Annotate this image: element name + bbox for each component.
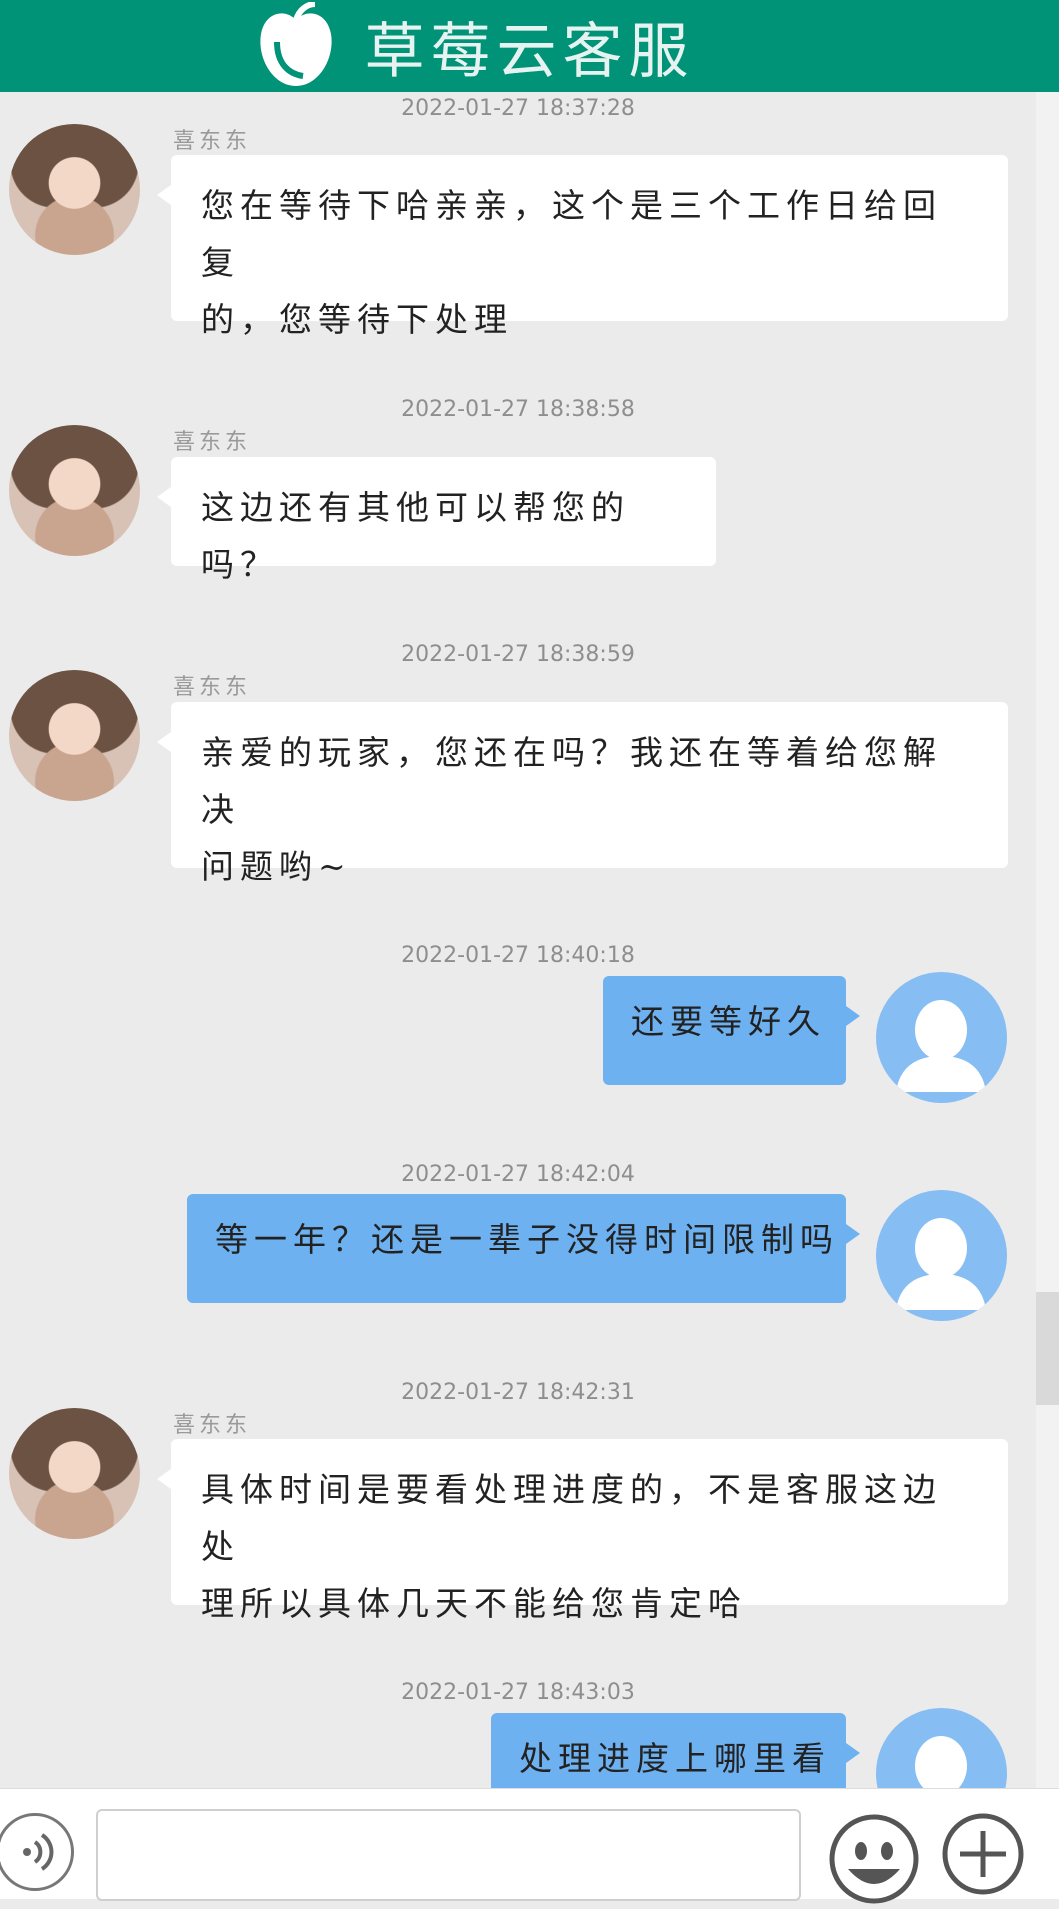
header-title: 草莓云客服 (364, 16, 695, 87)
agent-avatar (9, 670, 140, 801)
sender-name: 喜东东 (173, 1413, 252, 1438)
user-silhouette-icon (896, 1000, 986, 1092)
agent-message-bubble: 您在等待下哈亲亲，这个是三个工作日给回复 的，您等待下处理 (157, 155, 1008, 339)
user-message-bubble: 等一年？还是一辈子没得时间限制吗 (187, 1194, 860, 1303)
plus-icon (942, 1813, 1024, 1895)
user-avatar (876, 972, 1007, 1103)
voice-button[interactable] (0, 1813, 74, 1891)
message-timestamp: 2022-01-27 18:42:31 (401, 1380, 635, 1405)
sender-name: 喜东东 (173, 675, 252, 700)
agent-message-bubble: 这边还有其他可以帮您的吗？ (157, 457, 716, 584)
apple-logo-icon (259, 2, 332, 86)
user-avatar (876, 1190, 1007, 1321)
scrollbar-thumb[interactable] (1036, 1292, 1059, 1405)
message-line: 理所以具体几天不能给您肯定哈 (201, 1584, 747, 1623)
agent-message-bubble: 亲爱的玩家，您还在吗？我还在等着给您解决 问题哟~ (157, 702, 1008, 886)
user-message-bubble: 还要等好久 (603, 976, 860, 1085)
message-timestamp: 2022-01-27 18:37:28 (401, 96, 635, 121)
message-line: 具体时间是要看处理进度的，不是客服这边处 (201, 1470, 942, 1566)
message-line: 这边还有其他可以帮您的吗？ (201, 488, 630, 584)
scrollbar[interactable] (1036, 92, 1059, 1788)
message-line: 您在等待下哈亲亲，这个是三个工作日给回复 (201, 186, 942, 282)
message-line: 问题哟~ (201, 847, 352, 886)
voice-icon (23, 1833, 54, 1871)
agent-message-bubble: 具体时间是要看处理进度的，不是客服这边处 理所以具体几天不能给您肯定哈 (157, 1439, 1008, 1623)
sender-name: 喜东东 (173, 129, 252, 154)
user-silhouette-icon (896, 1218, 986, 1310)
brand: 草莓云客服 (255, 2, 695, 90)
message-input[interactable] (96, 1809, 801, 1901)
emoji-button[interactable] (828, 1813, 920, 1905)
header-bar: 草莓云客服 (0, 0, 1059, 92)
input-bar (0, 1788, 1059, 1904)
message-timestamp: 2022-01-27 18:40:18 (401, 943, 635, 968)
sender-name: 喜东东 (173, 430, 252, 455)
agent-avatar (9, 124, 140, 255)
message-line: 亲爱的玩家，您还在吗？我还在等着给您解决 (201, 733, 942, 829)
more-button[interactable] (942, 1813, 1024, 1895)
message-timestamp: 2022-01-27 18:42:04 (401, 1162, 635, 1187)
message-timestamp: 2022-01-27 18:43:03 (401, 1680, 635, 1705)
message-timestamp: 2022-01-27 18:38:58 (401, 397, 635, 422)
agent-avatar (9, 425, 140, 556)
message-line: 的，您等待下处理 (201, 300, 513, 339)
emoji-icon (829, 1814, 919, 1904)
message-timestamp: 2022-01-27 18:38:59 (401, 642, 635, 667)
agent-avatar (9, 1408, 140, 1539)
